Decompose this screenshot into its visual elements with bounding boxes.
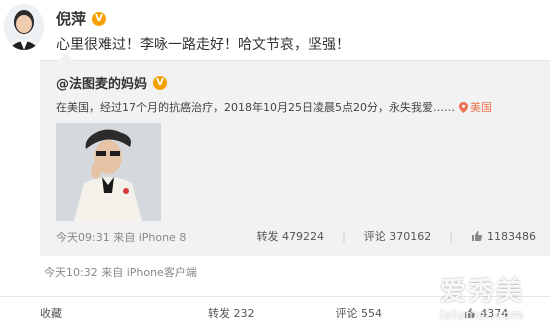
divider: | xyxy=(342,230,346,243)
photo-thumbnail xyxy=(56,123,161,221)
post-meta: 今天10:32 来自 iPhone客户端 xyxy=(44,264,197,280)
repost-card: @法图麦的妈妈 V 在美国，经过17个月的抗癌治疗，2018年10月25日凌晨5… xyxy=(40,60,550,256)
post-author-name[interactable]: 倪萍 xyxy=(56,8,86,29)
thumbs-up-icon xyxy=(471,230,483,242)
like-button[interactable]: 4374 xyxy=(423,307,550,320)
thumbs-up-icon xyxy=(464,307,476,319)
like-count: 4374 xyxy=(480,307,508,320)
original-image[interactable] xyxy=(56,123,161,221)
action-bar: 收藏 转发 232 评论 554 4374 xyxy=(0,296,550,329)
location-link[interactable]: 美国 xyxy=(459,99,492,115)
original-like-count: 1183486 xyxy=(487,230,536,243)
original-text: 在美国，经过17个月的抗癌治疗，2018年10月25日凌晨5点20分，永失我爱…… xyxy=(56,99,492,115)
avatar[interactable] xyxy=(4,4,44,50)
location-pin-icon xyxy=(459,102,468,113)
post-author[interactable]: 倪萍 V xyxy=(56,8,106,29)
forward-button[interactable]: 转发 232 xyxy=(168,305,296,321)
original-text-body: 在美国，经过17个月的抗癌治疗，2018年10月25日凌晨5点20分，永失我爱…… xyxy=(56,99,455,115)
divider: | xyxy=(449,230,453,243)
vip-badge-icon: V xyxy=(153,76,167,90)
avatar-image xyxy=(4,4,44,50)
vip-badge-icon: V xyxy=(92,12,106,26)
location-label[interactable]: 美国 xyxy=(470,99,492,115)
original-like-button[interactable]: 1183486 xyxy=(471,230,536,243)
original-author-name[interactable]: @法图麦的妈妈 xyxy=(56,73,147,92)
post-text: 心里很难过！李咏一路走好！哈文节哀，坚强！ xyxy=(56,34,350,54)
original-author[interactable]: @法图麦的妈妈 V xyxy=(56,73,167,92)
original-actions: 转发 479224 | 评论 370162 | 1183486 xyxy=(257,228,536,244)
original-meta: 今天09:31 来自 iPhone 8 xyxy=(56,229,186,245)
repost-arrow xyxy=(58,53,74,61)
favorite-button[interactable]: 收藏 xyxy=(0,305,168,321)
original-forward-button[interactable]: 转发 479224 xyxy=(257,228,325,244)
comment-button[interactable]: 评论 554 xyxy=(295,305,423,321)
original-comment-button[interactable]: 评论 370162 xyxy=(364,228,432,244)
